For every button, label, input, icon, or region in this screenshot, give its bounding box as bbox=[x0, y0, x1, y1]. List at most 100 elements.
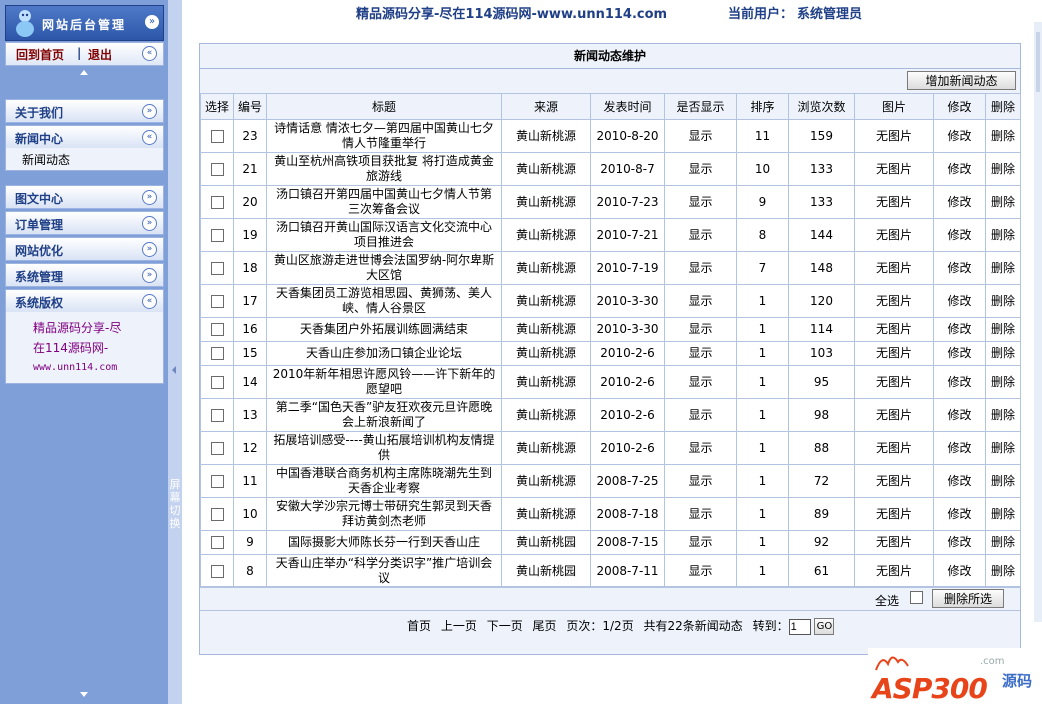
edit-link[interactable]: 修改 bbox=[933, 185, 986, 219]
cell-select bbox=[200, 218, 234, 252]
scrollbar-thumb[interactable] bbox=[1036, 32, 1040, 92]
row-checkbox[interactable] bbox=[210, 228, 224, 242]
delete-link[interactable]: 删除 bbox=[985, 365, 1021, 399]
panel-title: 新闻动态维护 bbox=[200, 44, 1020, 69]
expand-icon[interactable]: » bbox=[142, 268, 157, 283]
menu-copyright[interactable]: 系统版权 « bbox=[5, 289, 164, 313]
cell-id: 23 bbox=[233, 119, 267, 153]
expand-icon[interactable]: » bbox=[142, 190, 157, 205]
expand-icon[interactable]: » bbox=[142, 104, 157, 119]
edit-link[interactable]: 修改 bbox=[933, 317, 986, 342]
menu-system[interactable]: 系统管理 » bbox=[5, 263, 164, 287]
row-checkbox[interactable] bbox=[210, 375, 224, 389]
delete-link[interactable]: 删除 bbox=[985, 185, 1021, 219]
col-edit: 修改 bbox=[933, 93, 986, 120]
scroll-down-icon[interactable] bbox=[80, 692, 88, 697]
delete-link[interactable]: 删除 bbox=[985, 152, 1021, 186]
pager-goto-input[interactable] bbox=[788, 618, 811, 635]
splitter-label[interactable]: 屏幕切换 bbox=[169, 478, 181, 530]
row-checkbox[interactable] bbox=[210, 261, 224, 275]
cell-views: 95 bbox=[788, 365, 855, 399]
delete-link[interactable]: 删除 bbox=[985, 554, 1021, 588]
edit-link[interactable]: 修改 bbox=[933, 251, 986, 285]
menu-about[interactable]: 关于我们 » bbox=[5, 99, 164, 123]
expand-icon[interactable]: » bbox=[142, 216, 157, 231]
delete-link[interactable]: 删除 bbox=[985, 119, 1021, 153]
collapse-icon[interactable]: « bbox=[142, 130, 157, 145]
pager-first[interactable]: 首页 bbox=[407, 619, 431, 633]
table-row: 23 诗情话意 情浓七夕—第四届中国黄山七夕情人节隆重举行 黄山新桃源 2010-8-… bbox=[200, 119, 1021, 153]
row-checkbox[interactable] bbox=[210, 564, 224, 578]
menu-orders[interactable]: 订单管理 » bbox=[5, 211, 164, 235]
table-row: 14 2010年新年相思许愿风铃——许下新年的愿望吧 黄山新桃源 2010-2-6 显示… bbox=[200, 365, 1021, 399]
pager-next[interactable]: 下一页 bbox=[487, 619, 523, 633]
edit-link[interactable]: 修改 bbox=[933, 464, 986, 498]
scroll-up-icon[interactable] bbox=[80, 70, 88, 75]
edit-link[interactable]: 修改 bbox=[933, 218, 986, 252]
delete-link[interactable]: 删除 bbox=[985, 530, 1021, 555]
delete-link[interactable]: 删除 bbox=[985, 284, 1021, 318]
edit-link[interactable]: 修改 bbox=[933, 341, 986, 366]
menu-news[interactable]: 新闻中心 « bbox=[5, 125, 164, 149]
delete-link[interactable]: 删除 bbox=[985, 497, 1021, 531]
edit-link[interactable]: 修改 bbox=[933, 119, 986, 153]
row-checkbox[interactable] bbox=[210, 347, 224, 360]
collapse-toggle-icon[interactable]: » bbox=[145, 15, 159, 29]
edit-link[interactable]: 修改 bbox=[933, 530, 986, 555]
collapse-icon[interactable]: « bbox=[142, 294, 157, 309]
expand-icon[interactable]: » bbox=[142, 242, 157, 257]
menu-seo[interactable]: 网站优化 » bbox=[5, 237, 164, 261]
delete-link[interactable]: 删除 bbox=[985, 317, 1021, 342]
menu-gallery[interactable]: 图文中心 » bbox=[5, 185, 164, 209]
pager-prev[interactable]: 上一页 bbox=[441, 619, 477, 633]
splitter-arrow-icon[interactable] bbox=[172, 366, 176, 374]
delete-link[interactable]: 删除 bbox=[985, 398, 1021, 432]
cell-select bbox=[200, 431, 234, 465]
row-checkbox[interactable] bbox=[210, 408, 224, 422]
select-all-checkbox[interactable] bbox=[910, 591, 923, 604]
add-news-button[interactable]: 增加新闻动态 bbox=[907, 71, 1016, 90]
row-checkbox[interactable] bbox=[210, 507, 224, 521]
sidebar-item-news-updates[interactable]: 新闻动态 bbox=[22, 151, 70, 168]
edit-link[interactable]: 修改 bbox=[933, 398, 986, 432]
collapse-left-icon[interactable]: « bbox=[142, 46, 157, 61]
edit-link[interactable]: 修改 bbox=[933, 365, 986, 399]
delete-link[interactable]: 删除 bbox=[985, 464, 1021, 498]
cell-date: 2008-7-18 bbox=[590, 497, 665, 531]
cell-id: 15 bbox=[233, 341, 267, 366]
delete-link[interactable]: 删除 bbox=[985, 431, 1021, 465]
row-checkbox[interactable] bbox=[210, 536, 224, 549]
row-checkbox[interactable] bbox=[210, 441, 224, 455]
cell-source: 黄山新桃源 bbox=[501, 218, 591, 252]
edit-link[interactable]: 修改 bbox=[933, 152, 986, 186]
delete-link[interactable]: 删除 bbox=[985, 218, 1021, 252]
pager-last[interactable]: 尾页 bbox=[533, 619, 557, 633]
edit-link[interactable]: 修改 bbox=[933, 284, 986, 318]
pager-go-button[interactable]: GO bbox=[814, 618, 835, 635]
delete-link[interactable]: 删除 bbox=[985, 251, 1021, 285]
row-checkbox[interactable] bbox=[210, 129, 224, 143]
delete-link[interactable]: 删除 bbox=[985, 341, 1021, 366]
cell-order: 1 bbox=[736, 554, 789, 588]
menu-gallery-label: 图文中心 bbox=[15, 192, 64, 206]
home-link[interactable]: 回到首页 bbox=[16, 46, 64, 63]
edit-link[interactable]: 修改 bbox=[933, 431, 986, 465]
cell-date: 2010-7-21 bbox=[590, 218, 665, 252]
logout-link[interactable]: 退出 bbox=[88, 46, 112, 63]
row-checkbox[interactable] bbox=[210, 294, 224, 308]
row-checkbox[interactable] bbox=[210, 474, 224, 488]
right-scrollbar[interactable] bbox=[1034, 22, 1042, 622]
cell-views: 98 bbox=[788, 398, 855, 432]
cell-date: 2010-3-30 bbox=[590, 317, 665, 342]
row-checkbox[interactable] bbox=[210, 323, 224, 336]
row-checkbox[interactable] bbox=[210, 162, 224, 176]
cell-order: 7 bbox=[736, 251, 789, 285]
row-checkbox[interactable] bbox=[210, 195, 224, 209]
edit-link[interactable]: 修改 bbox=[933, 497, 986, 531]
delete-selected-button[interactable]: 删除所选 bbox=[932, 589, 1004, 608]
col-source: 来源 bbox=[501, 93, 591, 120]
home-bar: 回到首页 | 退出 « bbox=[5, 42, 164, 66]
sidebar-splitter[interactable]: 屏幕切换 bbox=[168, 0, 182, 704]
edit-link[interactable]: 修改 bbox=[933, 554, 986, 588]
menu-seo-label: 网站优化 bbox=[15, 244, 64, 258]
